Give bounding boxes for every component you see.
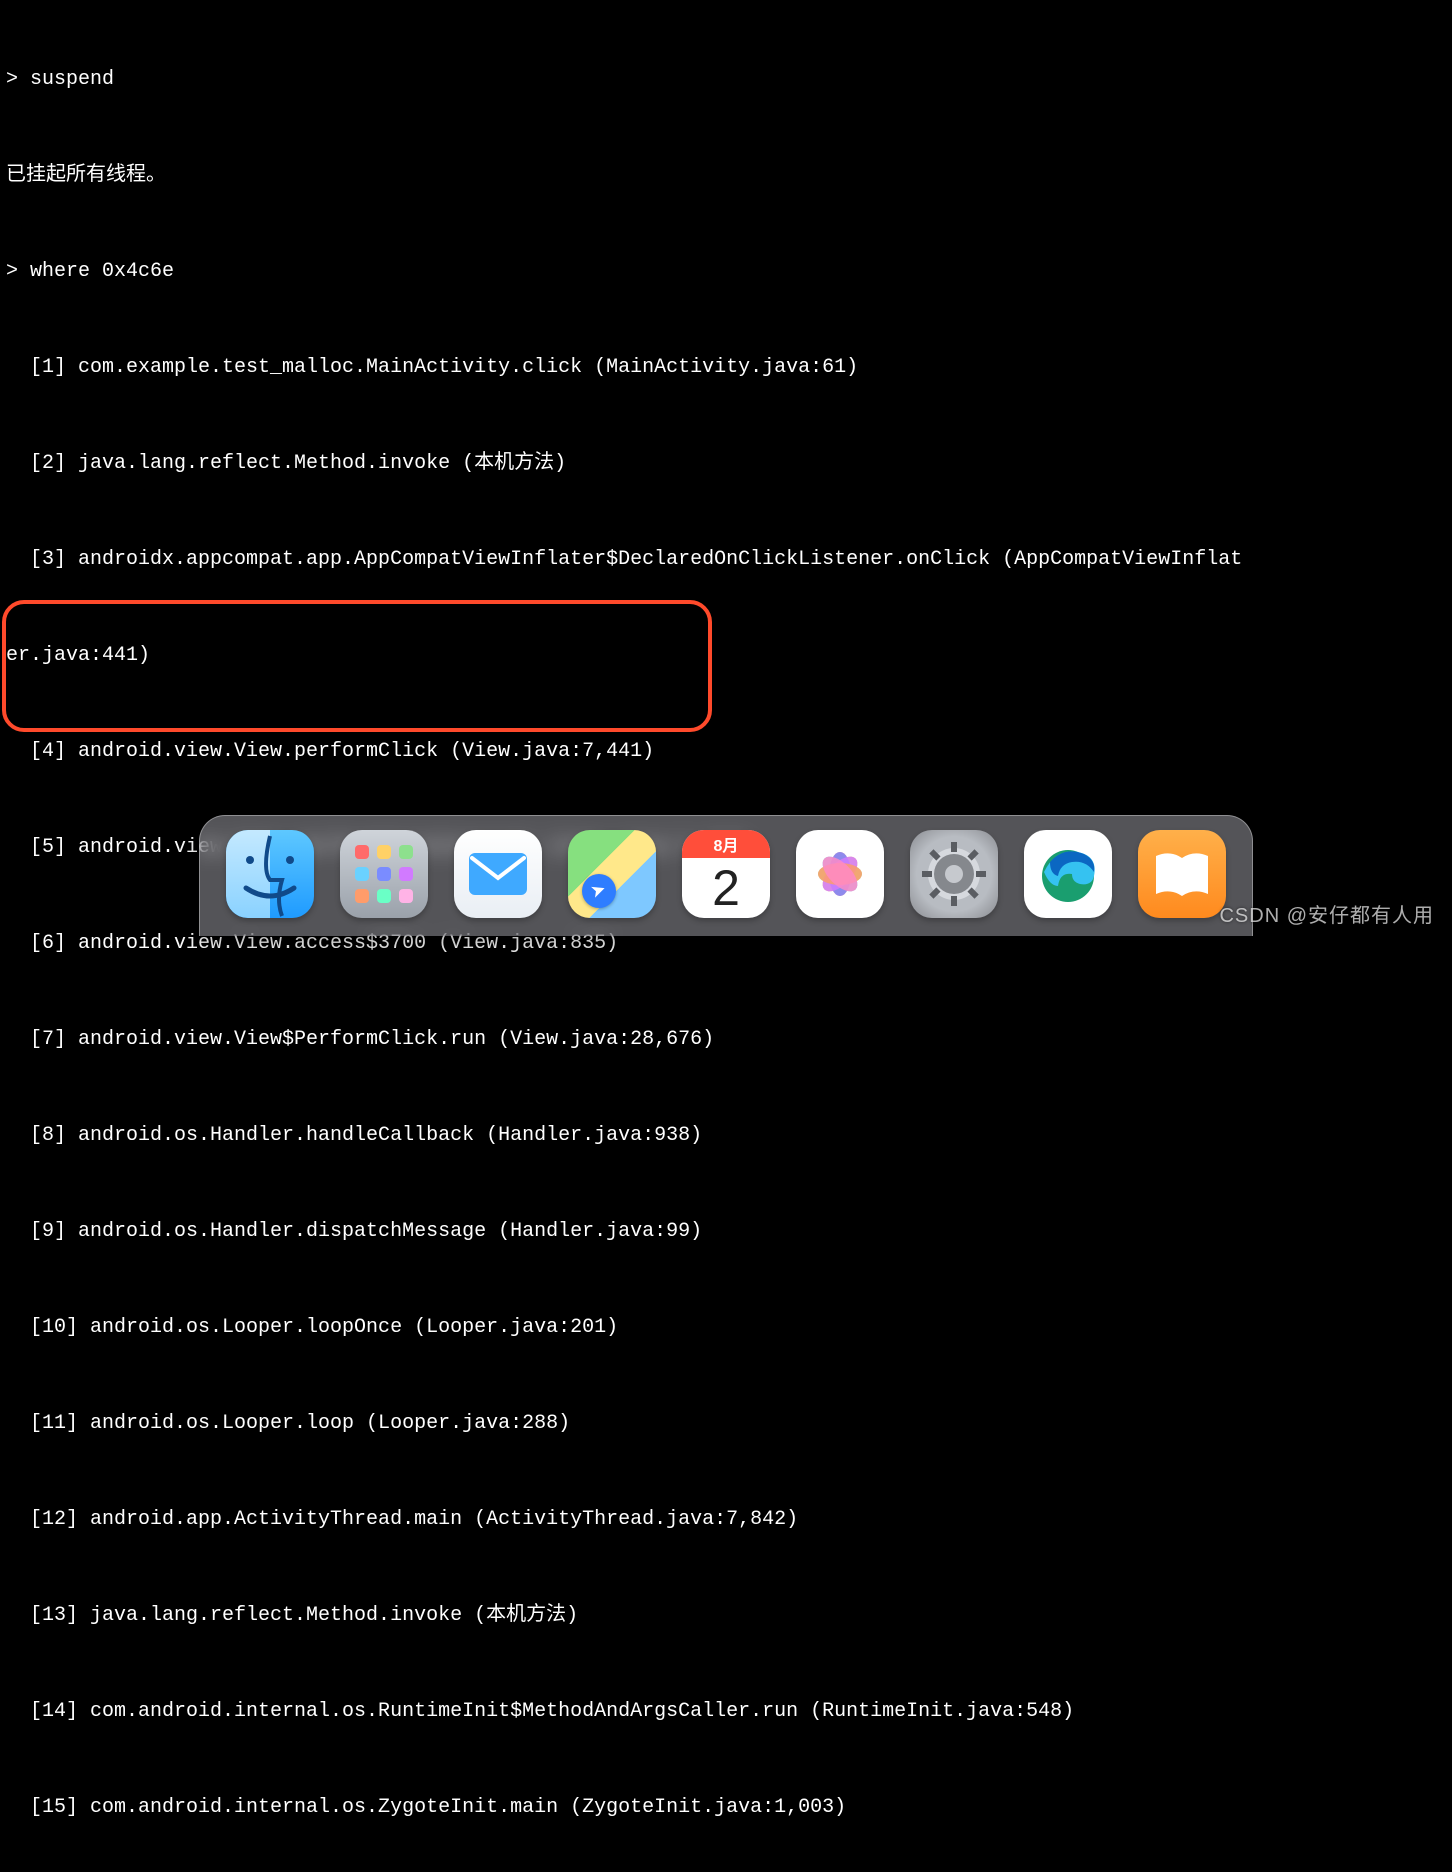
terminal-line: [7] android.view.View$PerformClick.run (…	[6, 1024, 1446, 1056]
launchpad-icon	[355, 845, 413, 903]
terminal-line: [14] com.android.internal.os.RuntimeInit…	[6, 1696, 1446, 1728]
dock-item-calendar[interactable]: 8月 2	[682, 830, 770, 918]
dock-item-edge[interactable]	[1024, 830, 1112, 918]
terminal-line: [1] com.example.test_malloc.MainActivity…	[6, 352, 1446, 384]
terminal-line: [3] androidx.appcompat.app.AppCompatView…	[6, 544, 1446, 576]
dock-item-maps[interactable]	[568, 830, 656, 918]
gear-icon	[919, 839, 989, 909]
terminal-line: [13] java.lang.reflect.Method.invoke (本机…	[6, 1600, 1446, 1632]
terminal-line: [8] android.os.Handler.handleCallback (H…	[6, 1120, 1446, 1152]
terminal-line: [10] android.os.Looper.loopOnce (Looper.…	[6, 1312, 1446, 1344]
terminal-output[interactable]: > suspend 已挂起所有线程。 > where 0x4c6e [1] co…	[0, 0, 1452, 752]
terminal-line: er.java:441)	[6, 640, 1446, 672]
terminal-line: [11] android.os.Looper.loop (Looper.java…	[6, 1408, 1446, 1440]
dock: 8月 2	[199, 815, 1253, 936]
mail-icon	[468, 852, 528, 896]
terminal-line: [2] java.lang.reflect.Method.invoke (本机方…	[6, 448, 1446, 480]
calendar-month-label: 8月	[682, 830, 770, 858]
terminal-line: [9] android.os.Handler.dispatchMessage (…	[6, 1216, 1446, 1248]
dock-item-launchpad[interactable]	[340, 830, 428, 918]
terminal-line: > where 0x4c6e	[6, 256, 1446, 288]
photos-icon	[805, 839, 875, 909]
terminal-line: > suspend	[6, 64, 1446, 96]
dock-item-books[interactable]	[1138, 830, 1226, 918]
dock-item-mail[interactable]	[454, 830, 542, 918]
calendar-day-label: 2	[712, 858, 740, 918]
finder-icon	[226, 830, 314, 918]
maps-icon	[582, 874, 616, 908]
dock-item-photos[interactable]	[796, 830, 884, 918]
edge-icon	[1036, 842, 1100, 906]
terminal-line: [4] android.view.View.performClick (View…	[6, 736, 1446, 768]
books-icon	[1152, 850, 1212, 898]
dock-area: 8月 2	[0, 766, 1452, 936]
terminal-line: [12] android.app.ActivityThread.main (Ac…	[6, 1504, 1446, 1536]
dock-item-settings[interactable]	[910, 830, 998, 918]
terminal-line: 已挂起所有线程。	[6, 160, 1446, 192]
dock-item-finder[interactable]	[226, 830, 314, 918]
terminal-line: [15] com.android.internal.os.ZygoteInit.…	[6, 1792, 1446, 1824]
